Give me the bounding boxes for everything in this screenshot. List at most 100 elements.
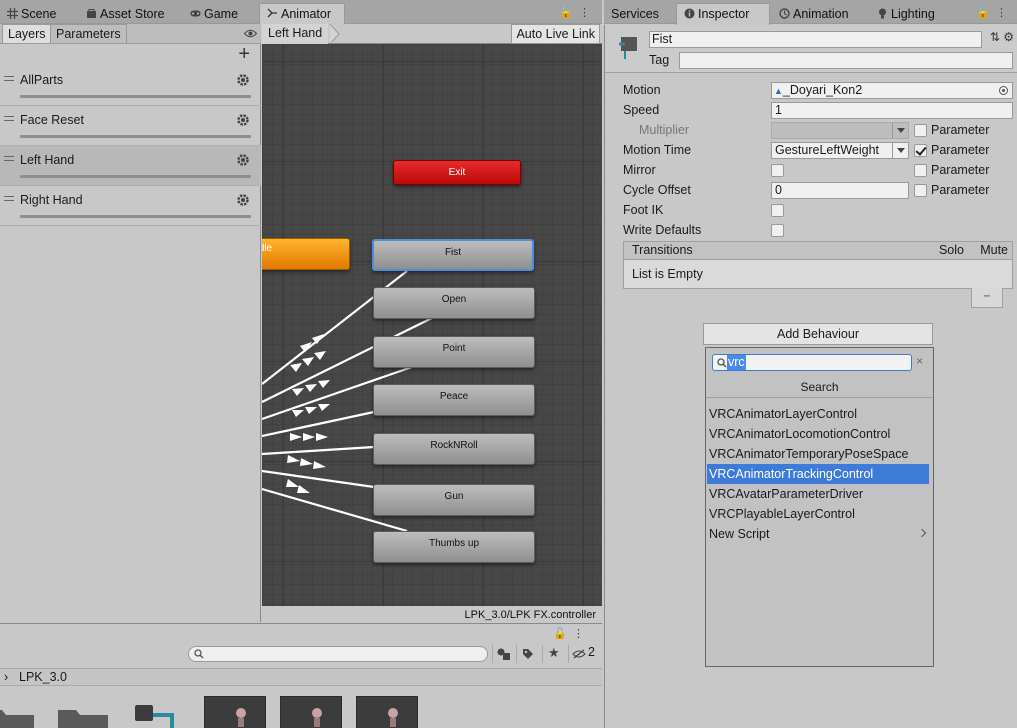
state-node-thumbs-up[interactable]: Thumbs up bbox=[373, 531, 535, 563]
tab-animator[interactable]: Animator bbox=[259, 3, 345, 25]
tab-layers[interactable]: Layers bbox=[2, 24, 52, 44]
tab-label: Animator bbox=[281, 7, 332, 21]
clear-search-icon[interactable]: × bbox=[916, 354, 923, 368]
animator-controller-icon[interactable] bbox=[134, 703, 184, 728]
project-search-input[interactable] bbox=[188, 646, 488, 662]
speed-label: Speed bbox=[623, 103, 660, 117]
new-script-label: New Script bbox=[709, 527, 770, 541]
state-node-point[interactable]: Point bbox=[373, 336, 535, 368]
tag-input[interactable] bbox=[679, 52, 1013, 69]
write-defaults-checkbox[interactable] bbox=[771, 224, 784, 237]
folder-icon[interactable] bbox=[0, 706, 34, 728]
behaviour-item[interactable]: VRCAnimatorLocomotionControl bbox=[707, 424, 929, 444]
remove-transition-button[interactable]: − bbox=[971, 288, 1003, 308]
auto-live-link-button[interactable]: Auto Live Link bbox=[511, 24, 600, 44]
chevron-down-icon bbox=[892, 143, 908, 158]
behaviour-item[interactable]: VRCAnimatorLayerControl bbox=[707, 404, 929, 424]
header-settings-icons[interactable]: ⇅ ⚙ bbox=[990, 30, 1014, 44]
motion-time-dropdown[interactable]: GestureLeftWeight bbox=[771, 142, 909, 159]
tab-asset-store[interactable]: Asset Store bbox=[79, 4, 165, 24]
state-node-peace[interactable]: Peace bbox=[373, 384, 535, 416]
add-behaviour-popup: vrc × Search VRCAnimatorLayerControl VRC… bbox=[705, 347, 934, 667]
mirror-label: Mirror bbox=[623, 163, 656, 177]
layer-weight-bar bbox=[20, 215, 251, 218]
shapes-icon bbox=[497, 648, 510, 660]
tab-scene[interactable]: Scene bbox=[0, 4, 56, 24]
object-picker-icon[interactable] bbox=[999, 86, 1008, 95]
state-node-open[interactable]: Open bbox=[373, 287, 535, 319]
exit-node[interactable]: Exit bbox=[393, 160, 521, 185]
motion-time-parameter-checkbox[interactable] bbox=[914, 144, 927, 157]
drag-handle-icon[interactable] bbox=[4, 156, 14, 161]
eye-icon[interactable] bbox=[244, 29, 257, 38]
state-node-fist[interactable]: Fist bbox=[372, 239, 534, 271]
filter-type-button[interactable] bbox=[492, 645, 514, 663]
eye-slash-icon bbox=[572, 649, 586, 659]
behaviour-item[interactable]: VRCAnimatorTemporaryPoseSpace bbox=[707, 444, 929, 464]
foot-ik-checkbox[interactable] bbox=[771, 204, 784, 217]
add-behaviour-button[interactable]: Add Behaviour bbox=[703, 323, 933, 345]
layer-item-face-reset[interactable]: Face Reset bbox=[0, 106, 261, 146]
tab-animation[interactable]: Animation bbox=[772, 4, 849, 24]
layer-item-allparts[interactable]: AllParts bbox=[0, 66, 261, 106]
inspector-panel: Fist Tag ⇅ ⚙ Motion ▲_Doyari_Kon2 Speed … bbox=[604, 25, 1017, 728]
mirror-parameter-checkbox[interactable] bbox=[914, 164, 927, 177]
search-text: vrc bbox=[727, 355, 746, 370]
list-empty-text: List is Empty bbox=[632, 267, 703, 281]
tab-parameters[interactable]: Parameters bbox=[50, 24, 127, 44]
gear-icon[interactable] bbox=[236, 113, 250, 127]
window-menu-icons[interactable]: 🔓⋮ bbox=[559, 6, 596, 19]
project-folder-name[interactable]: LPK_3.0 bbox=[19, 670, 67, 684]
mirror-checkbox[interactable] bbox=[771, 164, 784, 177]
tab-label: Lighting bbox=[891, 7, 935, 21]
layer-item-left-hand[interactable]: Left Hand bbox=[0, 146, 261, 186]
behaviour-item[interactable]: VRCAvatarParameterDriver bbox=[707, 484, 929, 504]
favorites-button[interactable]: ★ bbox=[542, 645, 564, 663]
motion-time-value: GestureLeftWeight bbox=[775, 143, 879, 157]
gear-icon[interactable] bbox=[236, 153, 250, 167]
filter-label-button[interactable] bbox=[516, 645, 538, 663]
tab-inspector[interactable]: Inspector bbox=[676, 3, 770, 25]
animation-clip-thumbnail[interactable] bbox=[280, 696, 342, 728]
cycle-offset-parameter-checkbox[interactable] bbox=[914, 184, 927, 197]
graph-breadcrumb-bar: Left Hand Auto Live Link bbox=[262, 24, 602, 44]
tab-lighting[interactable]: Lighting bbox=[870, 4, 935, 24]
hidden-packages-button[interactable]: 2 bbox=[568, 645, 598, 663]
state-name-input[interactable]: Fist bbox=[649, 31, 982, 48]
state-node-rocknroll[interactable]: RockNRoll bbox=[373, 433, 535, 465]
layer-weight-bar bbox=[20, 135, 251, 138]
behaviour-item-highlighted[interactable]: VRCAnimatorTrackingControl bbox=[707, 464, 929, 484]
behaviour-search-input[interactable]: vrc bbox=[712, 354, 912, 371]
animation-clip-thumbnail[interactable] bbox=[204, 696, 266, 728]
folder-icon[interactable] bbox=[58, 706, 108, 728]
tag-label: Tag bbox=[649, 53, 670, 67]
drag-handle-icon[interactable] bbox=[4, 116, 14, 121]
search-icon bbox=[194, 649, 204, 659]
new-script-item[interactable]: New Script bbox=[707, 524, 929, 544]
animator-graph[interactable]: Exit Idle Fist Open Point Peace RockNRol… bbox=[262, 24, 602, 622]
drag-handle-icon[interactable] bbox=[4, 196, 14, 201]
animation-clip-thumbnail[interactable] bbox=[356, 696, 418, 728]
idle-node[interactable]: Idle bbox=[262, 238, 350, 270]
graph-footer: LPK_3.0/LPK FX.controller bbox=[262, 606, 602, 622]
motion-field[interactable]: ▲_Doyari_Kon2 bbox=[771, 82, 1013, 99]
speed-input[interactable]: 1 bbox=[771, 102, 1013, 119]
drag-handle-icon[interactable] bbox=[4, 76, 14, 81]
behaviour-item[interactable]: VRCPlayableLayerControl bbox=[707, 504, 929, 524]
breadcrumb-left-hand[interactable]: Left Hand bbox=[262, 24, 329, 44]
add-layer-button[interactable]: + bbox=[238, 44, 250, 64]
transitions-list: Transitions Solo Mute List is Empty bbox=[623, 241, 1013, 289]
tab-game[interactable]: Game bbox=[183, 4, 238, 24]
cycle-offset-input[interactable]: 0 bbox=[771, 182, 909, 199]
chevron-right-icon bbox=[917, 528, 927, 538]
gear-icon[interactable] bbox=[236, 73, 250, 87]
layer-item-right-hand[interactable]: Right Hand bbox=[0, 186, 261, 226]
state-node-gun[interactable]: Gun bbox=[373, 484, 535, 516]
project-panel: 🔓⋮ ★ 2 › LPK_3.0 bbox=[0, 623, 602, 728]
window-menu-icons[interactable]: 🔓⋮ bbox=[976, 6, 1013, 19]
multiplier-parameter-checkbox[interactable] bbox=[914, 124, 927, 137]
window-menu-icons[interactable]: 🔓⋮ bbox=[553, 627, 590, 640]
tab-services[interactable]: Services bbox=[604, 4, 659, 24]
gear-icon[interactable] bbox=[236, 193, 250, 207]
solo-column: Solo bbox=[938, 243, 964, 257]
